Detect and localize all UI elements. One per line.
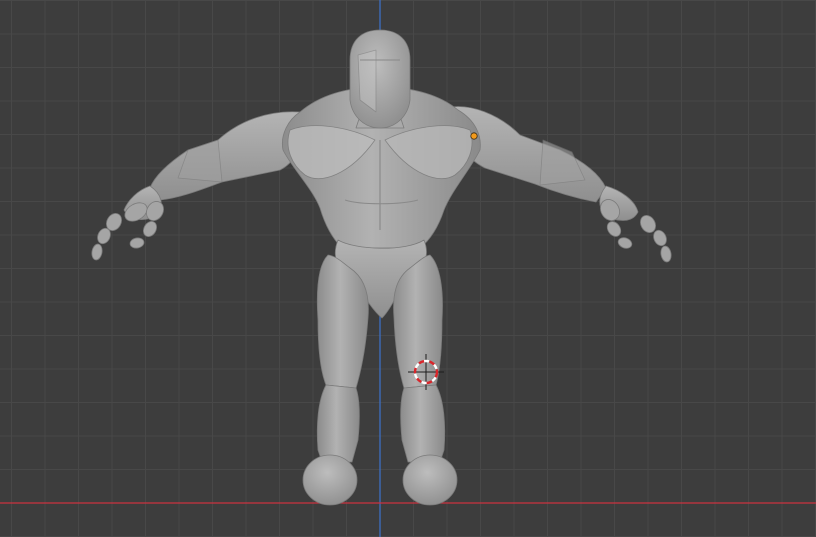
left-foot[interactable] — [302, 454, 358, 506]
right-foot[interactable] — [402, 454, 458, 506]
object-origin-icon[interactable] — [470, 132, 478, 140]
3d-viewport[interactable] — [0, 0, 816, 537]
viewport-canvas[interactable] — [0, 0, 816, 537]
head[interactable] — [349, 29, 411, 129]
left-hand[interactable] — [91, 198, 167, 261]
